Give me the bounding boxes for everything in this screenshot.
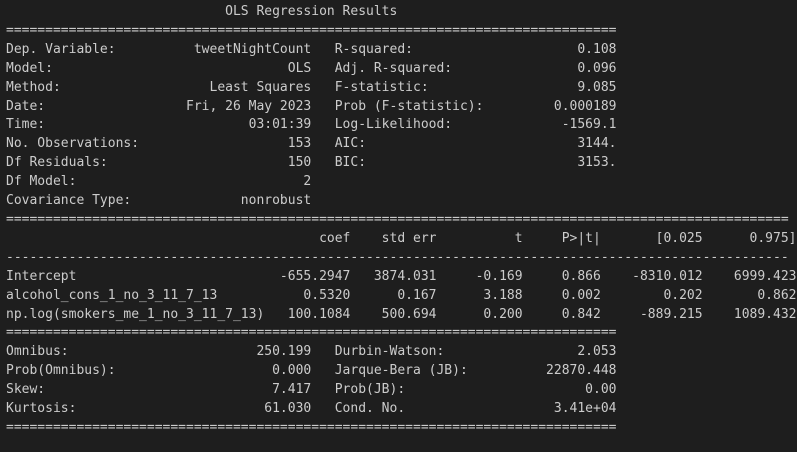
separator-dash: ----------------------------------------… [6, 249, 789, 265]
summary-row: Df Model: 2 [6, 174, 312, 190]
summary-row: No. Observations: 153 AIC: 3144. [6, 136, 617, 152]
results-title: OLS Regression Results [6, 4, 398, 19]
summary-row: Model: OLS Adj. R-squared: 0.096 [6, 60, 617, 76]
summary-row: Df Residuals: 150 BIC: 3153. [6, 155, 617, 171]
coef-row: Intercept -655.2947 3874.031 -0.169 0.86… [6, 268, 797, 284]
summary-row: Time: 03:01:39 Log-Likelihood: -1569.1 [6, 117, 617, 133]
summary-row: Date: Fri, 26 May 2023 Prob (F-statistic… [6, 98, 617, 114]
summary-row: Covariance Type: nonrobust [6, 193, 312, 209]
diagnostic-row: Kurtosis: 61.030 Cond. No. 3.41e+04 [6, 401, 617, 417]
diagnostic-row: Omnibus: 250.199 Durbin-Watson: 2.053 [6, 344, 617, 360]
coef-row: np.log(smokers_me_1_no_3_11_7_13) 100.10… [6, 306, 797, 322]
diagnostic-row: Skew: 7.417 Prob(JB): 0.00 [6, 382, 617, 398]
separator-eq: ========================================… [6, 419, 617, 435]
separator-eq: ========================================… [6, 22, 617, 38]
ols-results-output: OLS Regression Results =================… [6, 3, 797, 438]
separator-eq: ========================================… [6, 211, 789, 227]
coef-header-row: coef std err t P>|t| [0.025 0.975] [6, 230, 797, 246]
diagnostic-row: Prob(Omnibus): 0.000 Jarque-Bera (JB): 2… [6, 363, 617, 379]
separator-eq: ========================================… [6, 325, 617, 341]
coef-row: alcohol_cons_1_no_3_11_7_13 0.5320 0.167… [6, 287, 797, 303]
summary-row: Dep. Variable: tweetNightCount R-squared… [6, 41, 617, 57]
summary-row: Method: Least Squares F-statistic: 9.085 [6, 79, 617, 95]
